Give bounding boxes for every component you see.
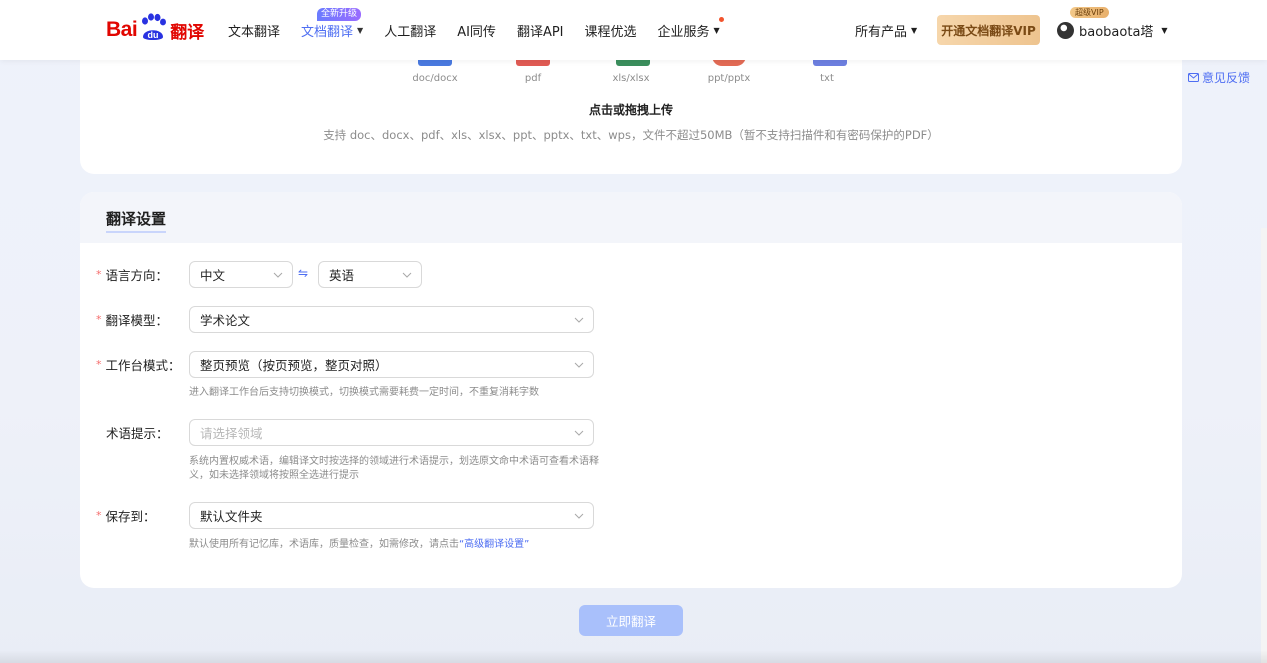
chevron-down-icon [574, 362, 584, 368]
nav-label: 课程优选 [584, 24, 637, 40]
nav-courses[interactable]: 课程优选 [585, 0, 637, 60]
label-text: 语言方向： [105, 268, 169, 283]
workspace-value: 整页预览（按页预览，整页对照） [200, 358, 388, 373]
label-text: 翻译模型： [105, 313, 169, 328]
nav-translate-api[interactable]: 翻译API [517, 0, 564, 60]
nav-label: 企业服务 [657, 24, 710, 40]
baidu-translate-logo[interactable]: Bai du 翻译 [106, 13, 205, 46]
all-products-menu[interactable]: 所有产品 ▼ [855, 0, 917, 60]
all-products-label: 所有产品 [855, 24, 908, 40]
caret-down-icon: ▼ [357, 25, 364, 35]
page-scrollbar[interactable] [1261, 228, 1267, 663]
settings-title: 翻译设置 [106, 208, 167, 233]
save-to-hint-text: 默认使用所有记忆库，术语库，质量检查，如需修改，请点击 [189, 539, 459, 550]
mail-icon [1188, 73, 1199, 82]
required-mark: * [96, 358, 102, 371]
upload-area[interactable]: doc/docx pdf xls/xlsx ppt/pptx txt 点击或拖拽… [80, 40, 1182, 174]
avatar [1057, 21, 1074, 39]
open-vip-button[interactable]: 开通文档翻译VIP [937, 15, 1040, 45]
chevron-down-icon [574, 430, 584, 436]
required-mark: * [96, 509, 102, 522]
settings-header: 翻译设置 [80, 192, 1182, 243]
advanced-settings-link[interactable]: “高级翻译设置” [459, 539, 529, 550]
terminology-hint: 系统内置权威术语，编辑译文时按选择的领域进行术语提示，划选原文命中术语可查看术语… [189, 456, 599, 481]
upload-title: 点击或拖拽上传 [588, 103, 673, 117]
caret-down-icon: ▼ [911, 25, 918, 35]
logo-fanyi-text: 翻译 [170, 22, 205, 43]
nav-label: 文本翻译 [228, 24, 281, 40]
main-nav: 文本翻译 全新升级 文档翻译 ▼ 人工翻译 AI同传 翻译API 课程优选 企业… [228, 0, 741, 60]
translate-now-button[interactable]: 立即翻译 [579, 605, 683, 636]
baidu-paw-icon: du [142, 13, 167, 40]
save-folder-select[interactable]: 默认文件夹 [189, 502, 594, 529]
bottom-fade [0, 650, 1267, 663]
model-select[interactable]: 学术论文 [189, 306, 594, 333]
nav-label: 人工翻译 [384, 24, 437, 40]
file-type-doc: doc/docx [412, 73, 458, 84]
upload-description: 支持 doc、docx、pdf、xls、xlsx、ppt、pptx、txt、wp… [323, 128, 939, 142]
nav-label: 翻译API [516, 24, 564, 40]
logo-du-text: du [148, 30, 159, 40]
swap-language-icon[interactable]: ⇋ [298, 266, 308, 280]
feedback-link[interactable]: 意见反馈 [1188, 69, 1250, 86]
required-mark: * [96, 313, 102, 326]
user-menu[interactable]: baobaota塔 ▼ [1057, 0, 1168, 60]
nav-text-translate[interactable]: 文本翻译 [228, 0, 280, 60]
nav-human-translate[interactable]: 人工翻译 [384, 0, 436, 60]
chevron-down-icon [273, 272, 283, 278]
nav-label: 文档翻译 [301, 24, 354, 40]
file-type-ppt: ppt/pptx [707, 73, 751, 84]
file-type-txt: txt [820, 73, 834, 84]
required-mark: * [96, 268, 102, 281]
target-language-select[interactable]: 英语 [318, 261, 422, 288]
workspace-label: * 工作台模式： [96, 351, 181, 378]
model-value: 学术论文 [200, 313, 251, 328]
notification-dot [718, 17, 724, 22]
caret-down-icon: ▼ [1161, 25, 1168, 35]
new-upgrade-badge: 全新升级 [317, 8, 362, 21]
target-language-value: 英语 [329, 268, 355, 283]
nav-doc-translate[interactable]: 全新升级 文档翻译 ▼ [301, 0, 363, 60]
save-to-hint: 默认使用所有记忆库，术语库，质量检查，如需修改，请点击“高级翻译设置” [189, 538, 599, 552]
source-language-select[interactable]: 中文 [189, 261, 293, 288]
chevron-down-icon [574, 513, 584, 519]
label-text: 保存到： [105, 509, 156, 524]
workspace-hint: 进入翻译工作台后支持切换模式，切换模式需要耗费一定时间，不重复消耗字数 [189, 387, 539, 398]
nav-label: AI同传 [457, 24, 496, 40]
nav-ai-interpret[interactable]: AI同传 [457, 0, 496, 60]
terminology-placeholder: 请选择领域 [200, 426, 263, 441]
label-text: 术语提示： [106, 426, 169, 441]
chevron-down-icon [402, 272, 412, 278]
chevron-down-icon [574, 317, 584, 323]
username: baobaota塔 [1079, 24, 1154, 40]
file-type-xls: xls/xlsx [612, 73, 650, 84]
feedback-label: 意见反馈 [1202, 71, 1251, 85]
language-label: * 语言方向： [96, 261, 168, 288]
save-folder-value: 默认文件夹 [200, 509, 263, 524]
save-to-label: * 保存到： [96, 502, 156, 529]
label-text: 工作台模式： [105, 358, 181, 373]
workspace-mode-select[interactable]: 整页预览（按页预览，整页对照） [189, 351, 594, 378]
nav-enterprise[interactable]: 企业服务 ▼ [657, 0, 724, 60]
caret-down-icon: ▼ [713, 25, 720, 35]
model-label: * 翻译模型： [96, 306, 168, 333]
terminology-label: 术语提示： [96, 419, 169, 446]
file-type-pdf: pdf [524, 73, 542, 84]
terminology-domain-select[interactable]: 请选择领域 [189, 419, 594, 446]
logo-bai-text: Bai [106, 18, 138, 41]
source-language-value: 中文 [200, 268, 226, 283]
translation-settings-panel: 翻译设置 * 语言方向： 中文 ⇋ 英语 * 翻译模型： 学术论文 * 工作台模… [80, 192, 1182, 588]
top-header: Bai du 翻译 文本翻译 全新升级 文档翻译 ▼ 人工翻译 AI同传 翻译A… [0, 0, 1267, 60]
